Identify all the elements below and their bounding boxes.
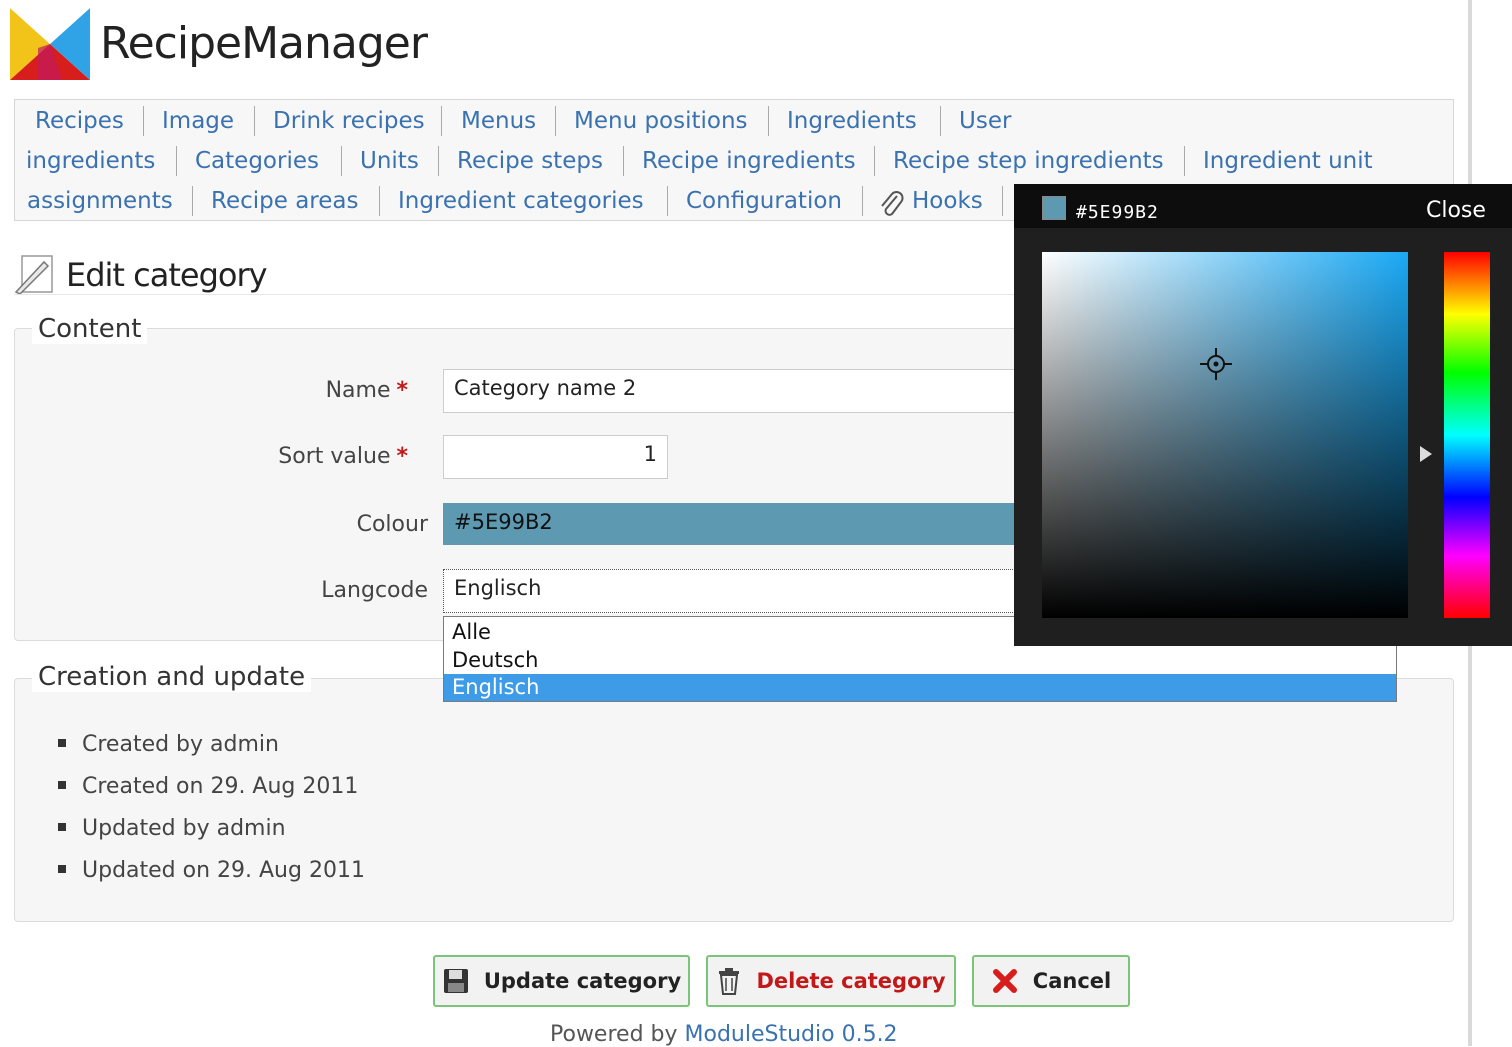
meta-updated-on-text: Updated on 29. Aug 2011 bbox=[82, 858, 365, 883]
footer-prefix: Powered by bbox=[550, 1022, 678, 1047]
meta-updated-by: Updated by admin bbox=[58, 816, 286, 841]
nav-recipe-areas[interactable]: Recipe areas bbox=[211, 188, 358, 214]
nav-separator bbox=[555, 106, 556, 136]
nav-recipes[interactable]: Recipes bbox=[35, 108, 124, 134]
nav-ingredient-categories[interactable]: Ingredient categories bbox=[398, 188, 644, 214]
sort-value-label-text: Sort value bbox=[278, 444, 391, 469]
cross-icon bbox=[992, 969, 1017, 993]
nav-separator bbox=[341, 146, 342, 176]
trash-icon bbox=[719, 968, 740, 995]
meta-updated-on: Updated on 29. Aug 2011 bbox=[58, 858, 365, 883]
nav-separator bbox=[143, 106, 144, 136]
nav-ingredient-unit-assignments-cont[interactable]: assignments bbox=[27, 188, 173, 214]
creation-fieldset bbox=[14, 678, 1454, 922]
nav-menu-positions[interactable]: Menu positions bbox=[574, 108, 748, 134]
nav-recipe-step-ingredients[interactable]: Recipe step ingredients bbox=[893, 148, 1164, 174]
color-picker-popup: #5E99B2 Close bbox=[1014, 184, 1512, 646]
meta-created-by-text: Created by admin bbox=[82, 732, 279, 757]
delete-category-button[interactable]: Delete category bbox=[706, 955, 956, 1007]
saturation-brightness-area[interactable] bbox=[1042, 252, 1408, 618]
content-legend: Content bbox=[32, 314, 148, 344]
nav-separator bbox=[1184, 146, 1185, 176]
title-divider bbox=[14, 294, 1014, 295]
nav-separator bbox=[438, 146, 439, 176]
required-marker: * bbox=[396, 378, 408, 403]
nav-categories[interactable]: Categories bbox=[195, 148, 319, 174]
nav-separator bbox=[862, 186, 863, 216]
delete-category-label: Delete category bbox=[756, 969, 946, 993]
nav-user-ingredients-cont[interactable]: ingredients bbox=[26, 148, 155, 174]
sort-value-input[interactable]: 1 bbox=[443, 435, 668, 479]
cancel-button[interactable]: Cancel bbox=[972, 955, 1130, 1007]
color-picker-close-button[interactable]: Close bbox=[1426, 198, 1486, 223]
required-marker: * bbox=[396, 444, 408, 469]
bullet bbox=[58, 823, 66, 831]
langcode-label: Langcode bbox=[321, 578, 428, 603]
nav-recipe-ingredients[interactable]: Recipe ingredients bbox=[642, 148, 856, 174]
nav-configuration[interactable]: Configuration bbox=[686, 188, 842, 214]
nav-separator bbox=[623, 146, 624, 176]
nav-ingredients[interactable]: Ingredients bbox=[787, 108, 917, 134]
colour-input[interactable]: #5E99B2 bbox=[443, 503, 1043, 545]
app-logo bbox=[10, 8, 90, 80]
page-title: Edit category bbox=[66, 256, 268, 294]
crosshair-icon[interactable] bbox=[1200, 348, 1232, 380]
nav-units[interactable]: Units bbox=[360, 148, 419, 174]
nav-separator bbox=[940, 106, 941, 136]
nav-hooks[interactable]: Hooks bbox=[912, 188, 983, 214]
name-label-text: Name bbox=[325, 378, 391, 403]
color-picker-hex-value: #5E99B2 bbox=[1076, 202, 1159, 223]
meta-updated-by-text: Updated by admin bbox=[82, 816, 286, 841]
nav-user-ingredients[interactable]: User bbox=[959, 108, 1011, 134]
footer-modulestudio-link[interactable]: ModuleStudio 0.5.2 bbox=[685, 1022, 898, 1047]
langcode-option-deutsch[interactable]: Deutsch bbox=[444, 647, 1396, 674]
nav-image[interactable]: Image bbox=[162, 108, 234, 134]
bullet bbox=[58, 865, 66, 873]
save-disk-icon bbox=[443, 969, 468, 993]
nav-recipe-steps[interactable]: Recipe steps bbox=[457, 148, 603, 174]
nav-separator bbox=[254, 106, 255, 136]
nav-drink-recipes[interactable]: Drink recipes bbox=[273, 108, 425, 134]
langcode-option-englisch[interactable]: Englisch bbox=[444, 674, 1396, 701]
footer: Powered by ModuleStudio 0.5.2 bbox=[550, 1022, 898, 1047]
nav-separator bbox=[1002, 186, 1003, 216]
update-category-button[interactable]: Update category bbox=[433, 955, 690, 1007]
bullet bbox=[58, 739, 66, 747]
nav-separator bbox=[192, 186, 193, 216]
colour-label: Colour bbox=[356, 512, 428, 537]
nav-separator bbox=[667, 186, 668, 216]
hue-slider-arrow-icon[interactable] bbox=[1420, 446, 1432, 462]
bullet bbox=[58, 781, 66, 789]
meta-created-on: Created on 29. Aug 2011 bbox=[58, 774, 358, 799]
edit-pencil-icon bbox=[14, 255, 53, 294]
color-picker-swatch bbox=[1042, 196, 1066, 220]
nav-separator bbox=[379, 186, 380, 216]
nav-separator bbox=[441, 106, 442, 136]
sort-value-label: Sort value * bbox=[108, 444, 408, 469]
name-input[interactable]: Category name 2 bbox=[443, 369, 1043, 413]
cancel-label: Cancel bbox=[1032, 969, 1112, 993]
nav-separator bbox=[874, 146, 875, 176]
update-category-label: Update category bbox=[483, 969, 682, 993]
langcode-select[interactable]: Englisch bbox=[443, 569, 1043, 613]
nav-separator bbox=[176, 146, 177, 176]
nav-ingredient-unit-assignments[interactable]: Ingredient unit bbox=[1203, 148, 1373, 174]
meta-created-on-text: Created on 29. Aug 2011 bbox=[82, 774, 359, 799]
name-label: Name * bbox=[108, 378, 408, 403]
nav-menus[interactable]: Menus bbox=[461, 108, 536, 134]
creation-legend: Creation and update bbox=[32, 662, 312, 692]
app-title: RecipeManager bbox=[100, 18, 428, 69]
meta-created-by: Created by admin bbox=[58, 732, 279, 757]
nav-separator bbox=[768, 106, 769, 136]
hue-slider[interactable] bbox=[1444, 252, 1490, 618]
paperclip-icon bbox=[881, 191, 904, 216]
